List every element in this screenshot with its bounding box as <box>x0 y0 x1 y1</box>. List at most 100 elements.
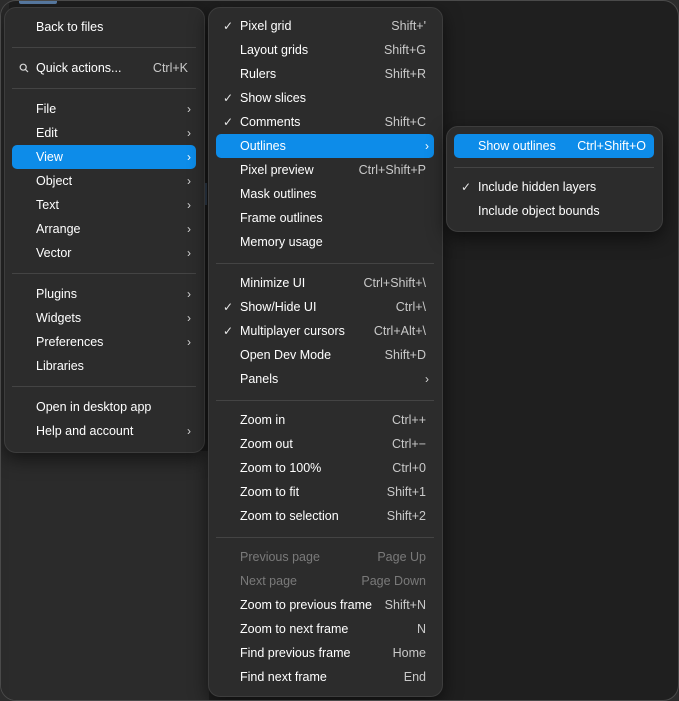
shortcut-label: Shift+D <box>384 348 426 362</box>
menu-item-help-and-account[interactable]: Help and account › <box>12 419 196 443</box>
view-item-mask-outlines[interactable]: Mask outlines <box>216 182 434 206</box>
view-item-panels[interactable]: Panels › <box>216 367 434 391</box>
menu-item-label: Open Dev Mode <box>240 348 332 362</box>
menu-item-label: Preferences <box>36 335 104 349</box>
view-item-pixel-preview[interactable]: Pixel preview Ctrl+Shift+P <box>216 158 434 182</box>
search-icon <box>19 63 29 73</box>
menu-separator <box>12 386 196 387</box>
menu-item-text[interactable]: Text › <box>12 193 196 217</box>
menu-item-label: Zoom to fit <box>240 485 300 499</box>
shortcut-label: Ctrl++ <box>391 413 426 427</box>
menu-item-label: Libraries <box>36 359 84 373</box>
menu-item-label: Vector <box>36 246 72 260</box>
layers-panel-background <box>9 451 209 700</box>
menu-item-label: Comments <box>240 115 301 129</box>
chevron-right-icon: › <box>187 222 191 236</box>
menu-item-vector[interactable]: Vector › <box>12 241 196 265</box>
menu-item-edit[interactable]: Edit › <box>12 121 196 145</box>
shortcut-label: Shift+2 <box>386 509 426 523</box>
outline-option-include-object-bounds[interactable]: Include object bounds <box>454 199 654 223</box>
view-item-open-dev-mode[interactable]: Open Dev Mode Shift+D <box>216 343 434 367</box>
menu-item-arrange[interactable]: Arrange › <box>12 217 196 241</box>
shortcut-label: Shift+' <box>391 19 426 33</box>
menu-separator <box>12 88 196 89</box>
menu-item-view[interactable]: View › <box>12 145 196 169</box>
chevron-right-icon: › <box>187 287 191 301</box>
chevron-right-icon: › <box>187 335 191 349</box>
checkmark-icon: ✓ <box>223 19 234 33</box>
chevron-right-icon: › <box>187 174 191 188</box>
view-item-zoom-to-selection[interactable]: Zoom to selection Shift+2 <box>216 504 434 528</box>
menu-item-plugins[interactable]: Plugins › <box>12 282 196 306</box>
menu-item-label: Object <box>36 174 73 188</box>
shortcut-label: Shift+C <box>384 115 426 129</box>
outline-option-include-hidden-layers[interactable]: ✓ Include hidden layers <box>454 175 654 199</box>
menu-item-label: Pixel preview <box>240 163 314 177</box>
menu-item-label: Find previous frame <box>240 646 351 660</box>
outlines-submenu: Show outlines Ctrl+Shift+O ✓ Include hidden… <box>446 126 663 232</box>
shortcut-label: Ctrl+Shift+P <box>358 163 426 177</box>
view-item-comments[interactable]: ✓ Comments Shift+C <box>216 110 434 134</box>
menu-item-open-in-desktop-app[interactable]: Open in desktop app <box>12 395 196 419</box>
view-item-rulers[interactable]: Rulers Shift+R <box>216 62 434 86</box>
view-item-zoom-to-100[interactable]: Zoom to 100% Ctrl+0 <box>216 456 434 480</box>
chevron-right-icon: › <box>187 311 191 325</box>
view-item-find-next-frame[interactable]: Find next frame End <box>216 665 434 689</box>
view-item-show-hide-ui[interactable]: ✓ Show/Hide UI Ctrl+\ <box>216 295 434 319</box>
menu-item-preferences[interactable]: Preferences › <box>12 330 196 354</box>
view-item-zoom-in[interactable]: Zoom in Ctrl++ <box>216 408 434 432</box>
view-item-zoom-out[interactable]: Zoom out Ctrl+− <box>216 432 434 456</box>
menu-item-label: Include object bounds <box>478 204 600 218</box>
view-item-multiplayer-cursors[interactable]: ✓ Multiplayer cursors Ctrl+Alt+\ <box>216 319 434 343</box>
app-window: Back to files Quick actions... Ctrl+K File ›… <box>0 0 679 701</box>
view-item-zoom-to-next-frame[interactable]: Zoom to next frame N <box>216 617 434 641</box>
menu-item-label: Previous page <box>240 550 320 564</box>
menu-separator <box>216 400 434 401</box>
menu-item-label: Open in desktop app <box>36 400 152 414</box>
shortcut-label: Ctrl+Alt+\ <box>373 324 426 338</box>
chevron-right-icon: › <box>187 150 191 164</box>
view-item-frame-outlines[interactable]: Frame outlines <box>216 206 434 230</box>
menu-item-label: View <box>36 150 63 164</box>
shortcut-label: Shift+G <box>383 43 426 57</box>
toolbar-accent <box>19 1 57 4</box>
view-item-previous-page: Previous page Page Up <box>216 545 434 569</box>
menu-item-label: Mask outlines <box>240 187 317 201</box>
shortcut-label: Shift+N <box>384 598 426 612</box>
shortcut-label: Ctrl+0 <box>392 461 426 475</box>
shortcut-label: Ctrl+\ <box>395 300 426 314</box>
view-item-minimize-ui[interactable]: Minimize UI Ctrl+Shift+\ <box>216 271 434 295</box>
view-item-outlines[interactable]: Outlines › <box>216 134 434 158</box>
shortcut-label: N <box>416 622 426 636</box>
shortcut-label: Page Down <box>361 574 426 588</box>
view-item-layout-grids[interactable]: Layout grids Shift+G <box>216 38 434 62</box>
checkmark-icon: ✓ <box>223 91 234 105</box>
menu-item-label: Show outlines <box>478 139 556 153</box>
menu-item-widgets[interactable]: Widgets › <box>12 306 196 330</box>
view-item-show-slices[interactable]: ✓ Show slices <box>216 86 434 110</box>
view-item-pixel-grid[interactable]: ✓ Pixel grid Shift+' <box>216 14 434 38</box>
menu-item-label: Multiplayer cursors <box>240 324 345 338</box>
menu-item-file[interactable]: File › <box>12 97 196 121</box>
checkmark-icon: ✓ <box>223 115 234 129</box>
menu-item-libraries[interactable]: Libraries <box>12 354 196 378</box>
menu-separator <box>12 47 196 48</box>
menu-item-label: Show/Hide UI <box>240 300 317 314</box>
view-item-memory-usage[interactable]: Memory usage <box>216 230 434 254</box>
menu-item-label: Zoom to previous frame <box>240 598 372 612</box>
view-item-zoom-to-previous-frame[interactable]: Zoom to previous frame Shift+N <box>216 593 434 617</box>
menu-item-object[interactable]: Object › <box>12 169 196 193</box>
quick-actions[interactable]: Quick actions... Ctrl+K <box>12 56 196 80</box>
view-item-zoom-to-fit[interactable]: Zoom to fit Shift+1 <box>216 480 434 504</box>
view-item-find-previous-frame[interactable]: Find previous frame Home <box>216 641 434 665</box>
menu-item-label: Zoom to 100% <box>240 461 322 475</box>
chevron-right-icon: › <box>187 102 191 116</box>
shortcut-label: End <box>403 670 426 684</box>
show-outlines[interactable]: Show outlines Ctrl+Shift+O <box>454 134 654 158</box>
back-to-files[interactable]: Back to files <box>12 15 196 39</box>
menu-item-label: Help and account <box>36 424 134 438</box>
shortcut-label: Ctrl+Shift+\ <box>363 276 426 290</box>
menu-item-label: Frame outlines <box>240 211 323 225</box>
menu-item-label: Pixel grid <box>240 19 292 33</box>
menu-item-label: Layout grids <box>240 43 309 57</box>
